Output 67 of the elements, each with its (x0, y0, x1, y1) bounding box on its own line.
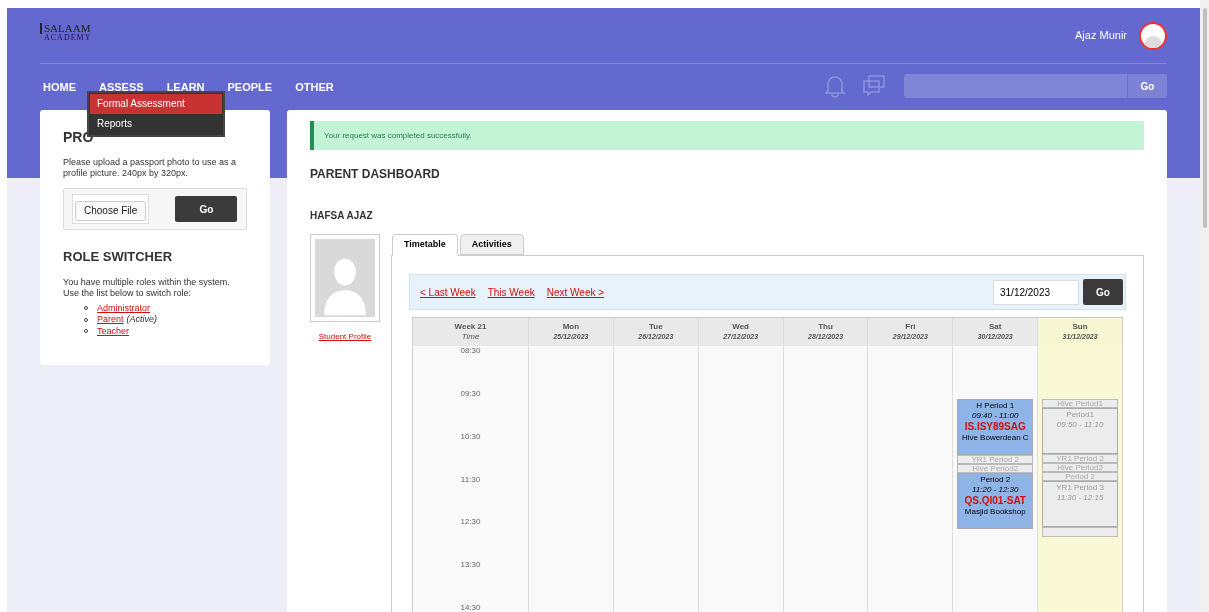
student-profile-link[interactable]: Student Profile (318, 331, 372, 343)
week-label: Week 21 (454, 322, 487, 332)
bell-icon[interactable] (824, 74, 846, 98)
time-header: Time (461, 332, 480, 342)
chat-icon[interactable] (862, 75, 886, 97)
time-label: 09:30 (460, 388, 481, 399)
logo-text: SALAAM (40, 23, 92, 34)
section-title: ROLE SWITCHER (63, 248, 174, 266)
time-label: 13:30 (460, 560, 481, 571)
tab[interactable]: Timetable (392, 234, 458, 256)
week-link[interactable]: < Last Week (420, 284, 476, 300)
user-name[interactable]: Ajaz Munir (1075, 27, 1127, 44)
role-instructions: You have multiple roles within the system. Use the list below to switch role: (63, 276, 231, 299)
date-go-button[interactable]: Go (1083, 279, 1123, 305)
entry-title: Period 2 (980, 475, 1011, 485)
day-name: Mon (562, 322, 580, 332)
role-link[interactable]: Administrator (97, 301, 150, 315)
entry-title: H Period 1 (976, 401, 1015, 411)
entry-time: 11:30 - 12:15 (1056, 493, 1104, 503)
day-name: Fri (905, 322, 916, 332)
entry-time: 11:20 - 12:30 (971, 485, 1019, 495)
nav-item[interactable]: HOME (43, 81, 76, 93)
date-field[interactable]: 31/12/2023 (993, 279, 1079, 305)
page-title: PARENT DASHBOARD (310, 166, 441, 183)
entry-location: Hive Bowerdean C (961, 433, 1029, 443)
timetable-entry[interactable]: H Period 1 09:40 - 11:00 IS.ISY89SAG Hive Bowerdean C (957, 399, 1034, 455)
day-name: Thu (818, 322, 833, 332)
choose-file-button[interactable]: Choose File (75, 200, 147, 221)
tab[interactable]: Activities (459, 234, 524, 255)
avatar-icon[interactable] (1139, 21, 1167, 50)
success-alert: Your request was completed successfully. (310, 121, 1144, 150)
menu-item[interactable]: Reports (90, 114, 222, 134)
time-label: 08:30 (460, 346, 481, 356)
entry-code: IS.ISY89SAG (964, 421, 1026, 433)
entry-time: 09:40 - 11:00 (971, 411, 1019, 421)
day-name: Sat (989, 322, 1002, 332)
time-label: 12:30 (460, 517, 481, 528)
day-name: Tue (648, 322, 663, 332)
nav-item[interactable]: ASSESS (99, 81, 144, 93)
day-name: Sun (1072, 322, 1088, 332)
scrollbar-thumb[interactable] (1203, 8, 1207, 228)
week-link[interactable]: This Week (487, 284, 535, 300)
day-name: Wed (732, 322, 749, 332)
search-button[interactable]: Go (1127, 74, 1167, 98)
entry-location: Masjid Bookshop (964, 507, 1026, 517)
time-label: 14:30 (460, 603, 481, 612)
entry-title: Period1 (1066, 410, 1094, 420)
upload-go-button[interactable]: Go (175, 196, 238, 222)
week-link[interactable]: Next Week > (546, 284, 605, 300)
logo-subtext: ACADEMY (43, 34, 92, 42)
entry-time: 09:50 - 11:10 (1056, 420, 1104, 430)
nav-item[interactable]: LEARN (166, 81, 205, 93)
logo[interactable]: SALAAM ACADEMY (40, 23, 92, 42)
entry-title: YR1 Period 3 (1056, 483, 1104, 493)
timetable-entry[interactable]: Period 2 11:20 - 12:30 QS.QI01-SAT Masjid Bookshop (957, 473, 1034, 529)
role-link[interactable]: Parent (97, 313, 124, 327)
role-link[interactable]: Teacher (97, 324, 130, 338)
upload-instructions: Please upload a passport photo to use as a profile picture. 240px by 320px. (63, 157, 238, 179)
nav-item[interactable]: PEOPLE (227, 81, 273, 93)
active-note: (Active) (126, 313, 158, 326)
time-label: 11:30 (460, 474, 481, 485)
search-field[interactable] (904, 74, 1127, 98)
student-name: HAFSA AJAZ (310, 209, 374, 223)
menu-item[interactable]: Formal Assessment (90, 94, 222, 114)
nav-item[interactable]: OTHER (295, 81, 334, 93)
time-label: 10:30 (460, 431, 481, 442)
entry-code: QS.QI01-SAT (964, 495, 1026, 507)
